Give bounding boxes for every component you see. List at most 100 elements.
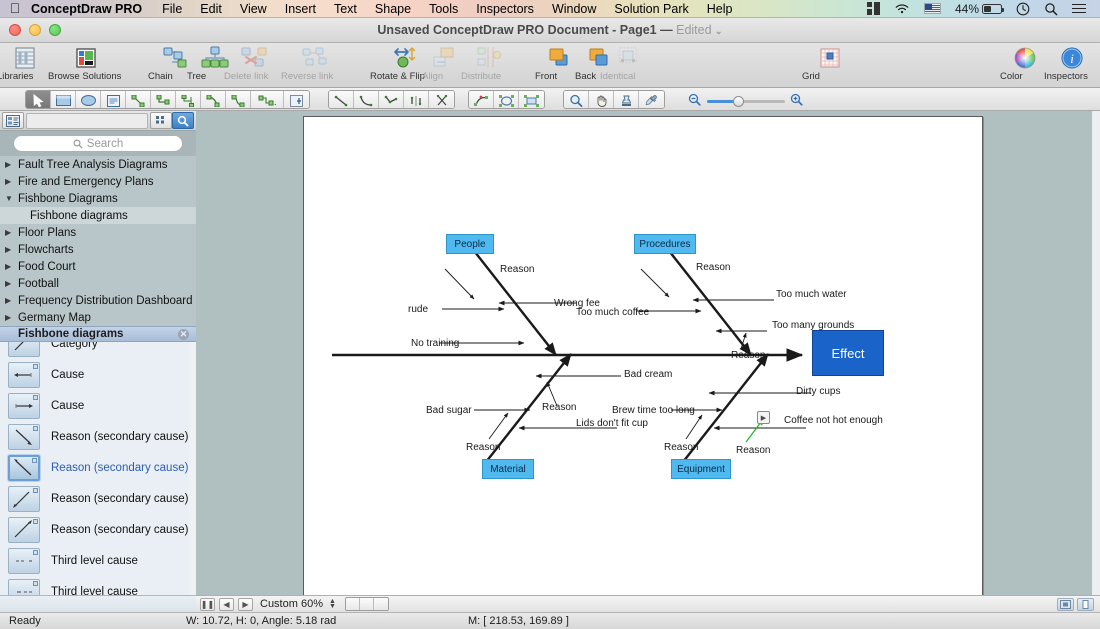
effect-box[interactable]: Effect bbox=[812, 330, 884, 376]
sidebar-item-fishbone-diagrams[interactable]: ▼ Fishbone Diagrams bbox=[0, 190, 196, 207]
bezier-connector-icon[interactable] bbox=[226, 91, 251, 108]
menu-solution-park[interactable]: Solution Park bbox=[605, 2, 697, 16]
sidebar-item-fault-tree[interactable]: ▶ Fault Tree Analysis Diagrams bbox=[0, 156, 196, 173]
sidebar-item-flowcharts[interactable]: ▶ Flowcharts bbox=[0, 241, 196, 258]
category-box-procedures[interactable]: Procedures bbox=[634, 234, 696, 254]
disclosure-triangle-icon[interactable]: ▶ bbox=[5, 177, 18, 186]
menu-edit[interactable]: Edit bbox=[191, 2, 231, 16]
zoom-slider-handle[interactable] bbox=[733, 95, 744, 107]
category-box-equipment[interactable]: Equipment bbox=[671, 459, 731, 479]
polyline-icon[interactable] bbox=[379, 91, 404, 108]
rectangle-icon[interactable] bbox=[51, 91, 76, 108]
list-item[interactable]: Cause bbox=[0, 359, 196, 390]
sidebar-path-field[interactable] bbox=[26, 112, 148, 129]
sidebar-item-fishbone-diagrams-child[interactable]: Fishbone diagrams bbox=[0, 207, 196, 224]
flag-icon[interactable] bbox=[917, 3, 948, 14]
menu-tools[interactable]: Tools bbox=[420, 2, 467, 16]
library-list-icon[interactable] bbox=[2, 112, 24, 129]
fishbone-diagram[interactable]: People Procedures Material Equipment Eff… bbox=[304, 117, 982, 595]
menu-text[interactable]: Text bbox=[325, 2, 366, 16]
disclosure-triangle-icon[interactable]: ▶ bbox=[5, 313, 18, 322]
page-view-icon[interactable] bbox=[1057, 597, 1074, 611]
curve-connector-icon[interactable] bbox=[201, 91, 226, 108]
canvas-area[interactable]: People Procedures Material Equipment Eff… bbox=[196, 111, 1100, 595]
grid-icon[interactable] bbox=[860, 2, 887, 15]
document-page[interactable]: People Procedures Material Equipment Eff… bbox=[303, 116, 983, 595]
list-item[interactable]: Category bbox=[0, 342, 196, 359]
eyedropper-tool-icon[interactable] bbox=[639, 91, 664, 108]
hand-tool-icon[interactable] bbox=[589, 91, 614, 108]
battery-status[interactable]: 44% bbox=[948, 2, 1009, 16]
toolbar-reverse-link[interactable]: Reverse link bbox=[281, 45, 349, 82]
wifi-icon[interactable] bbox=[887, 3, 917, 15]
straight-line-icon[interactable] bbox=[329, 91, 354, 108]
menu-file[interactable]: File bbox=[153, 2, 191, 16]
list-item[interactable]: Third level cause bbox=[0, 545, 196, 576]
menu-window[interactable]: Window bbox=[543, 2, 605, 16]
list-icon[interactable] bbox=[1065, 3, 1093, 14]
disclosure-triangle-icon[interactable]: ▶ bbox=[5, 228, 18, 237]
menu-help[interactable]: Help bbox=[698, 2, 742, 16]
sidebar-item-food-court[interactable]: ▶ Food Court bbox=[0, 258, 196, 275]
chevron-down-icon[interactable]: ⌄ bbox=[715, 26, 723, 36]
elbow-connector-icon[interactable] bbox=[151, 91, 176, 108]
apple-logo-icon[interactable]:  bbox=[0, 1, 30, 17]
list-item[interactable]: Cause bbox=[0, 390, 196, 421]
zoom-level[interactable]: Custom 60% bbox=[260, 598, 323, 610]
sidebar-item-football[interactable]: ▶ Football bbox=[0, 275, 196, 292]
search-icon[interactable] bbox=[172, 112, 194, 129]
disclosure-triangle-icon[interactable]: ▶ bbox=[5, 296, 18, 305]
search-input[interactable]: Search bbox=[13, 135, 183, 152]
ungroup-icon[interactable] bbox=[519, 91, 544, 108]
category-box-people[interactable]: People bbox=[446, 234, 494, 254]
smart-connector-icon[interactable] bbox=[251, 91, 284, 108]
search-icon[interactable] bbox=[1037, 2, 1065, 16]
ellipse-icon[interactable] bbox=[76, 91, 101, 108]
disclosure-triangle-icon[interactable]: ▶ bbox=[5, 245, 18, 254]
library-scrollbar[interactable] bbox=[189, 342, 196, 622]
menu-insert[interactable]: Insert bbox=[276, 2, 325, 16]
zoom-slider-track[interactable] bbox=[707, 95, 785, 107]
page-tabs[interactable] bbox=[344, 597, 389, 611]
tree-connector-icon[interactable] bbox=[176, 91, 201, 108]
image-icon[interactable] bbox=[284, 91, 309, 108]
stamp-tool-icon[interactable] bbox=[614, 91, 639, 108]
disclosure-triangle-icon[interactable]: ▶ bbox=[5, 160, 18, 169]
zoom-tool-icon[interactable] bbox=[564, 91, 589, 108]
stepper-icon[interactable]: ▲ ▼ bbox=[329, 598, 336, 610]
arc-line-icon[interactable] bbox=[354, 91, 379, 108]
zoom-out-icon[interactable] bbox=[688, 93, 702, 109]
list-item-selected[interactable]: Reason (secondary cause) bbox=[0, 452, 196, 483]
shape-library-list[interactable]: Category Cause Cause Reason (secondary c… bbox=[0, 342, 196, 622]
zoom-slider[interactable] bbox=[688, 93, 804, 109]
clock-icon[interactable] bbox=[1009, 2, 1037, 16]
disclosure-triangle-open-icon[interactable]: ▼ bbox=[5, 194, 18, 203]
toolbar-browse-solutions[interactable]: Browse Solutions bbox=[48, 45, 123, 82]
grid-view-icon[interactable] bbox=[150, 112, 172, 129]
toolbar-libraries[interactable]: Libraries bbox=[0, 45, 53, 82]
text-block-icon[interactable] bbox=[101, 91, 126, 108]
list-item[interactable]: Reason (secondary cause) bbox=[0, 483, 196, 514]
zoom-in-icon[interactable] bbox=[790, 93, 804, 109]
toolbar-grid[interactable]: Grid bbox=[802, 45, 858, 82]
pause-icon[interactable]: ❚❚ bbox=[200, 597, 215, 611]
play-icon[interactable]: ▶ bbox=[757, 411, 770, 424]
sidebar-item-germany-map[interactable]: ▶ Germany Map bbox=[0, 309, 196, 326]
canvas-vertical-scrollbar[interactable] bbox=[1091, 111, 1100, 595]
mirror-icon[interactable] bbox=[404, 91, 429, 108]
disclosure-triangle-icon[interactable]: ▶ bbox=[5, 279, 18, 288]
menubar-app-name[interactable]: ConceptDraw PRO bbox=[30, 2, 153, 16]
toolbar-delete-link[interactable]: Delete link bbox=[224, 45, 284, 82]
toolbar-color[interactable]: Color bbox=[1000, 45, 1050, 82]
toolbar-inspectors[interactable]: i Inspectors bbox=[1044, 45, 1100, 82]
close-icon[interactable]: ✕ bbox=[178, 328, 189, 340]
list-item[interactable]: Reason (secondary cause) bbox=[0, 421, 196, 452]
menu-view[interactable]: View bbox=[231, 2, 276, 16]
sidebar-item-floor-plans[interactable]: ▶ Floor Plans bbox=[0, 224, 196, 241]
prev-page-icon[interactable]: ◀ bbox=[219, 597, 234, 611]
sidebar-item-frequency-dashboard[interactable]: ▶ Frequency Distribution Dashboard bbox=[0, 292, 196, 309]
line-connector-icon[interactable] bbox=[126, 91, 151, 108]
toolbar-identical[interactable]: Identical bbox=[600, 45, 656, 82]
category-box-material[interactable]: Material bbox=[482, 459, 534, 479]
scissors-icon[interactable] bbox=[429, 91, 454, 108]
